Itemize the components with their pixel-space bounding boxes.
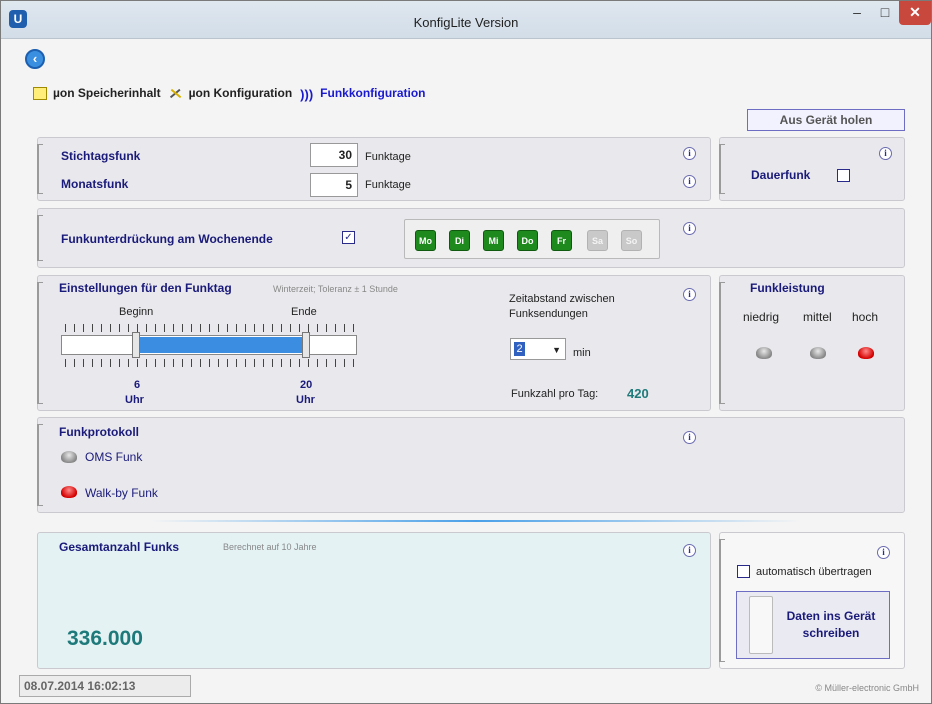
interval-value: 2: [514, 342, 525, 356]
info-icon[interactable]: i: [683, 175, 696, 188]
status-datetime: 08.07.2014 16:02:13: [19, 675, 191, 697]
day-do[interactable]: Do: [517, 230, 538, 251]
ruler-top: [65, 324, 355, 332]
memory-icon: [33, 86, 47, 100]
count-value: 420: [627, 386, 649, 401]
begin-label: Beginn: [119, 306, 154, 318]
level-mittel-radio[interactable]: [810, 347, 826, 359]
breadcrumb: µon Speicherinhalt µon Konfiguration )))…: [33, 85, 434, 102]
auto-transfer-label: automatisch übertragen: [756, 566, 872, 578]
level-niedrig-radio[interactable]: [756, 347, 772, 359]
funktag-note: Winterzeit; Toleranz ± 1 Stunde: [273, 284, 398, 294]
chevron-down-icon: ▼: [552, 345, 561, 355]
weekend-checkbox[interactable]: ✓: [342, 231, 355, 244]
weekend-label: Funkunterdrückung am Wochenende: [61, 232, 273, 246]
day-di[interactable]: Di: [449, 230, 470, 251]
level-niedrig-label: niedrig: [743, 310, 780, 324]
interval-label-1: Zeitabstand zwischen: [509, 293, 615, 305]
device-icon: [749, 596, 773, 654]
funkleistung-title: Funkleistung: [750, 281, 825, 295]
radio-days-panel: [37, 137, 711, 201]
level-hoch-radio[interactable]: [858, 347, 874, 359]
begin-unit: Uhr: [125, 394, 144, 406]
funkprotokoll-panel: [37, 417, 905, 513]
walkby-radio[interactable]: [61, 486, 77, 498]
info-icon[interactable]: i: [683, 147, 696, 160]
oms-radio[interactable]: [61, 451, 77, 463]
level-hoch-label: hoch: [852, 310, 879, 324]
day-mo[interactable]: Mo: [415, 230, 436, 251]
write-label-line-1: Daten ins Gerät: [786, 609, 876, 623]
info-icon[interactable]: i: [683, 431, 696, 444]
end-value: 20: [300, 379, 313, 391]
dauerfunk-label: Dauerfunk: [751, 168, 811, 182]
end-label: Ende: [291, 306, 317, 318]
crumb-label: µon Speicherinhalt: [53, 86, 161, 100]
stichtag-unit: Funktage: [365, 151, 411, 163]
title-bar: U KonfigLite Version – □ ✕: [1, 1, 931, 39]
day-sa[interactable]: Sa: [587, 230, 608, 251]
auto-transfer-checkbox[interactable]: [737, 565, 750, 578]
interval-unit: min: [573, 347, 591, 359]
funkprotokoll-title: Funkprotokoll: [59, 425, 139, 439]
section-divider: [151, 520, 801, 522]
info-icon[interactable]: i: [879, 147, 892, 160]
info-icon[interactable]: i: [683, 288, 696, 301]
crumb-label: Funkkonfiguration: [320, 86, 426, 100]
write-label-line-2: schreiben: [802, 626, 860, 640]
time-range-slider[interactable]: [61, 332, 357, 358]
crumb-funkkonfiguration[interactable]: ))) Funkkonfiguration: [300, 86, 426, 102]
stichtag-input[interactable]: 30: [310, 143, 358, 167]
day-fr[interactable]: Fr: [551, 230, 572, 251]
begin-handle[interactable]: [132, 332, 140, 358]
total-note: Berechnet auf 10 Jahre: [223, 542, 317, 552]
copyright-text: © Müller-electronic GmbH: [815, 683, 919, 693]
crumb-speicherinhalt[interactable]: µon Speicherinhalt: [33, 86, 161, 100]
dauerfunk-panel: [719, 137, 905, 201]
level-mittel-label: mittel: [803, 310, 832, 324]
info-icon[interactable]: i: [877, 546, 890, 559]
ruler-bottom: [65, 359, 355, 367]
weekday-selector: Mo Di Mi Do Fr Sa So: [404, 219, 660, 259]
crumb-konfiguration[interactable]: µon Konfiguration: [169, 86, 293, 100]
interval-label-2: Funksendungen: [509, 308, 588, 320]
dauerfunk-checkbox[interactable]: [837, 169, 850, 182]
day-so[interactable]: So: [621, 230, 642, 251]
close-button[interactable]: ✕: [899, 1, 931, 25]
info-icon[interactable]: i: [683, 544, 696, 557]
monat-label: Monatsfunk: [61, 177, 129, 191]
count-label: Funkzahl pro Tag:: [511, 388, 599, 400]
monat-input[interactable]: 5: [310, 173, 358, 197]
end-unit: Uhr: [296, 394, 315, 406]
oms-label: OMS Funk: [85, 450, 143, 464]
funkleistung-panel: [719, 275, 905, 411]
write-to-device-label: Daten ins Gerät schreiben: [777, 608, 885, 642]
window-title: KonfigLite Version: [413, 15, 519, 30]
crumb-label: µon Konfiguration: [188, 86, 293, 100]
radio-waves-icon: ))): [300, 86, 314, 102]
day-mi[interactable]: Mi: [483, 230, 504, 251]
back-button[interactable]: ‹: [25, 49, 45, 69]
begin-value: 6: [134, 379, 141, 391]
maximize-button[interactable]: □: [871, 1, 899, 25]
write-to-device-button[interactable]: Daten ins Gerät schreiben: [736, 591, 890, 659]
fetch-from-device-button[interactable]: Aus Gerät holen: [747, 109, 905, 131]
end-handle[interactable]: [302, 332, 310, 358]
total-value: 336.000: [67, 627, 143, 650]
minimize-button[interactable]: –: [843, 1, 871, 25]
monat-unit: Funktage: [365, 179, 411, 191]
info-icon[interactable]: i: [683, 222, 696, 235]
stichtag-label: Stichtagsfunk: [61, 149, 141, 163]
funktag-title: Einstellungen für den Funktag: [59, 281, 232, 295]
app-window: U KonfigLite Version – □ ✕ ‹ µon Speiche…: [0, 0, 932, 704]
interval-select[interactable]: 2 ▼: [510, 338, 566, 360]
tools-icon: [169, 88, 181, 98]
walkby-label: Walk-by Funk: [85, 486, 158, 500]
total-title: Gesamtanzahl Funks: [59, 540, 180, 554]
slider-range-fill: [138, 337, 306, 353]
